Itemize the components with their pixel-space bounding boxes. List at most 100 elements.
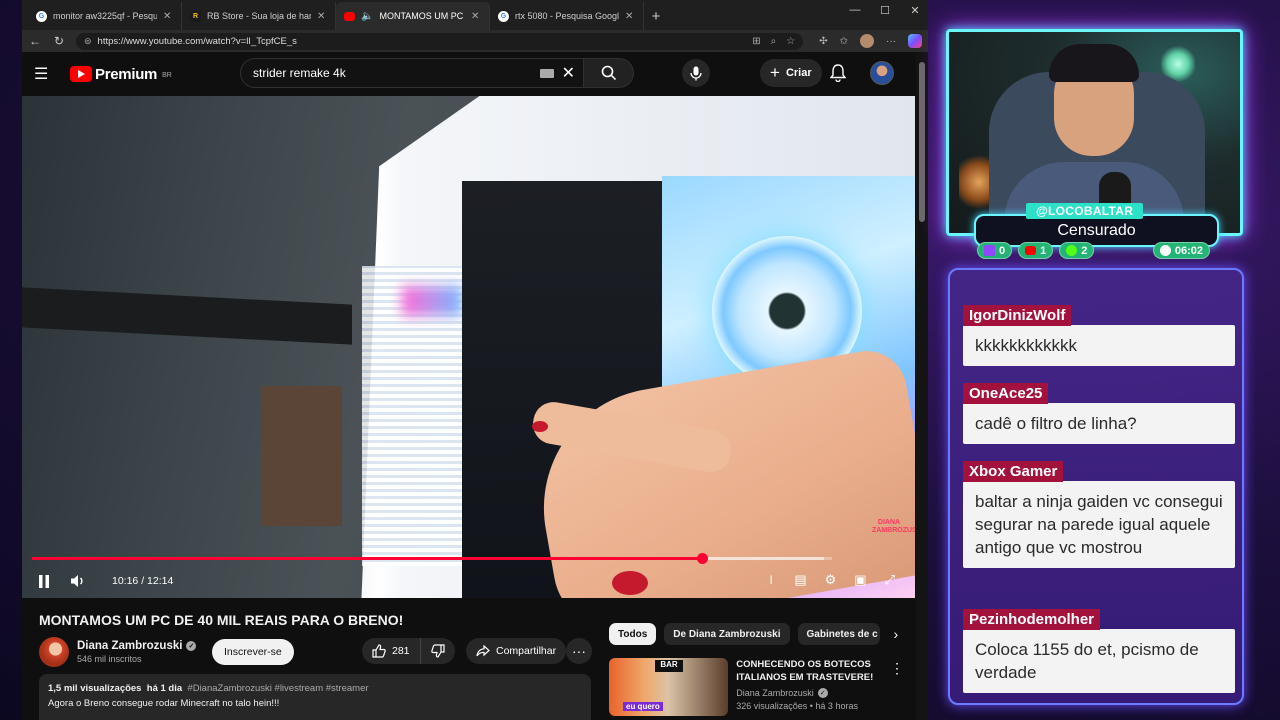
youtube-header: ☰ Premium BR strider remake 4k ✕ + Criar	[22, 52, 928, 96]
close-icon[interactable]: ✕	[625, 11, 635, 22]
back-icon[interactable]: ←	[28, 34, 42, 48]
chat-message: Xbox Gamer baltar a ninja gaiden vc cons…	[963, 461, 1235, 568]
zoom-icon[interactable]: ⌕	[771, 36, 777, 47]
create-button[interactable]: + Criar	[760, 59, 822, 87]
browser-tab[interactable]: R RB Store - Sua loja de hardware ✕	[182, 2, 336, 30]
channel-name[interactable]: Diana Zambrozuski	[77, 640, 182, 652]
progress-bar[interactable]	[32, 553, 832, 564]
profile-avatar[interactable]	[860, 34, 874, 48]
url-actions: ⊞ ⌕ ☆	[752, 36, 795, 47]
browser-tab[interactable]: G rtx 5080 - Pesquisa Google ✕	[490, 2, 644, 30]
apps-icon[interactable]: ⊞	[752, 36, 760, 47]
hashtags[interactable]: #DianaZambrozuski #livestream #streamer	[187, 683, 368, 694]
video-frame-desk	[22, 287, 352, 345]
notifications-button[interactable]	[829, 64, 847, 87]
account-avatar[interactable]	[870, 61, 894, 85]
browser-tab-active[interactable]: 🔈 MONTAMOS UM PC DE 40 MIL ✕	[336, 2, 490, 30]
recommended-stats: 326 visualizações • há 3 horas	[736, 701, 858, 711]
youtube-logo[interactable]: Premium BR	[70, 66, 172, 83]
view-count: 1,5 mil visualizações	[48, 683, 142, 694]
description-meta: 1,5 mil visualizações há 1 dia #DianaZam…	[48, 683, 582, 694]
recommended-age: há 3 horas	[815, 701, 858, 711]
tab-title: MONTAMOS UM PC DE 40 MIL	[379, 11, 465, 21]
like-button[interactable]: 281	[362, 638, 421, 664]
chat-text: kkkkkkkkkkkk	[963, 325, 1235, 366]
browser-tab[interactable]: G monitor aw3225qf - Pesquisa Google ✕	[28, 2, 182, 30]
menu-icon[interactable]: ☰	[34, 64, 52, 84]
chevron-right-icon[interactable]: ›	[894, 626, 899, 642]
favorites-icon[interactable]: ✩	[840, 36, 848, 47]
recommended-views: 326 visualizações	[736, 701, 808, 711]
copilot-icon[interactable]	[908, 34, 922, 48]
time-display: 10:16 / 12:14	[112, 575, 174, 587]
subtitles-icon[interactable]: ▤	[794, 572, 806, 588]
video-frame-rgb	[402, 286, 462, 316]
maximize-icon[interactable]: ☐	[878, 4, 892, 17]
description-box[interactable]: 1,5 mil visualizações há 1 dia #DianaZam…	[39, 674, 591, 720]
url-text: https://www.youtube.com/watch?v=lI_TcpfC…	[97, 35, 297, 47]
search-bar: strider remake 4k ✕	[240, 58, 634, 88]
fullscreen-icon[interactable]: ⤢	[885, 572, 895, 588]
extensions-icon[interactable]: ✣	[819, 36, 827, 47]
chip-topic[interactable]: Gabinetes de c	[797, 623, 880, 645]
kick-viewers: 2	[1059, 242, 1095, 259]
clear-search-icon[interactable]: ✕	[562, 63, 575, 83]
channel-name-row[interactable]: Diana Zambrozuski ✓	[77, 640, 202, 652]
recommended-video[interactable]: BAR eu quero CONHECENDO OS BOTECOS ITALI…	[609, 658, 904, 720]
pause-icon[interactable]	[38, 574, 50, 588]
page-scrollbar[interactable]	[916, 52, 928, 720]
address-bar-row: ← ↻ ⊜ https://www.youtube.com/watch?v=lI…	[22, 30, 928, 52]
close-icon[interactable]: ✕	[163, 11, 173, 22]
channel-watermark[interactable]: DIANA ZAMBROZUSKI	[872, 519, 915, 543]
chip-all[interactable]: Todos	[609, 623, 657, 645]
voice-search-button[interactable]	[682, 59, 710, 87]
subscribe-button[interactable]: Inscrever-se	[212, 639, 294, 665]
bookmark-star-icon[interactable]: ☆	[786, 36, 795, 47]
share-button[interactable]: Compartilhar	[466, 638, 567, 664]
chip-channel[interactable]: De Diana Zambrozuski	[664, 623, 790, 645]
address-bar[interactable]: ⊜ https://www.youtube.com/watch?v=lI_Tcp…	[76, 32, 804, 50]
new-tab-button[interactable]: +	[644, 2, 668, 30]
progress-fill	[32, 557, 703, 560]
tab-title: rtx 5080 - Pesquisa Google	[515, 11, 619, 21]
country-code: BR	[162, 71, 172, 79]
search-button[interactable]	[584, 58, 634, 88]
close-window-icon[interactable]: ✕	[908, 4, 922, 17]
speaker-icon[interactable]: 🔈	[361, 11, 373, 22]
dislike-button[interactable]	[421, 638, 455, 664]
microphone-icon	[690, 66, 702, 80]
minimize-icon[interactable]: —	[848, 4, 862, 17]
more-vertical-icon[interactable]: ⋮	[890, 660, 904, 720]
menu-dots-icon[interactable]: ···	[886, 36, 896, 47]
related-filter-chips: Todos De Diana Zambrozuski Gabinetes de …	[609, 623, 898, 645]
verified-icon: ✓	[817, 688, 828, 698]
player-controls-right: ⏽ ▤ ⚙ ▣ ⤢	[766, 572, 895, 588]
search-query: strider remake 4k	[253, 66, 346, 80]
subscriber-count: 546 mil inscritos	[77, 654, 142, 664]
channel-avatar[interactable]	[39, 637, 69, 667]
stream-stats: 0 1 2 06:02	[977, 242, 1210, 260]
site-info-icon[interactable]: ⊜	[84, 36, 92, 47]
recommended-channel-row: Diana Zambrozuski ✓	[736, 688, 884, 698]
duration: 12:14	[147, 575, 174, 587]
google-icon: G	[36, 10, 47, 22]
miniplayer-icon[interactable]: ▣	[854, 572, 866, 588]
reload-icon[interactable]: ↻	[52, 34, 66, 48]
recommended-title[interactable]: CONHECENDO OS BOTECOS ITALIANOS EM TRAST…	[736, 658, 884, 684]
chat-message: OneAce25 cadê o filtro de linha?	[963, 383, 1235, 444]
volume-icon[interactable]	[70, 574, 86, 588]
search-input[interactable]: strider remake 4k ✕	[240, 58, 584, 88]
recommended-thumbnail[interactable]: BAR eu quero	[609, 658, 729, 716]
more-actions-button[interactable]: ···	[566, 638, 592, 664]
recommended-channel[interactable]: Diana Zambrozuski	[736, 688, 814, 698]
clock-icon	[1159, 245, 1171, 256]
video-player[interactable]: DIANA ZAMBROZUSKI 10:16 / 12:14 ⏽ ▤ ⚙ ▣ …	[22, 96, 915, 598]
chat-text: Coloca 1155 do et, pcismo de verdade	[963, 629, 1235, 693]
autoplay-toggle-icon[interactable]: ⏽	[766, 572, 776, 588]
keyboard-icon[interactable]	[539, 68, 554, 78]
close-icon[interactable]: ✕	[317, 11, 327, 22]
settings-gear-icon[interactable]: ⚙	[825, 572, 837, 588]
chat-username: OneAce25	[963, 383, 1049, 404]
close-icon[interactable]: ✕	[471, 11, 481, 22]
scrollbar-thumb[interactable]	[919, 62, 925, 222]
